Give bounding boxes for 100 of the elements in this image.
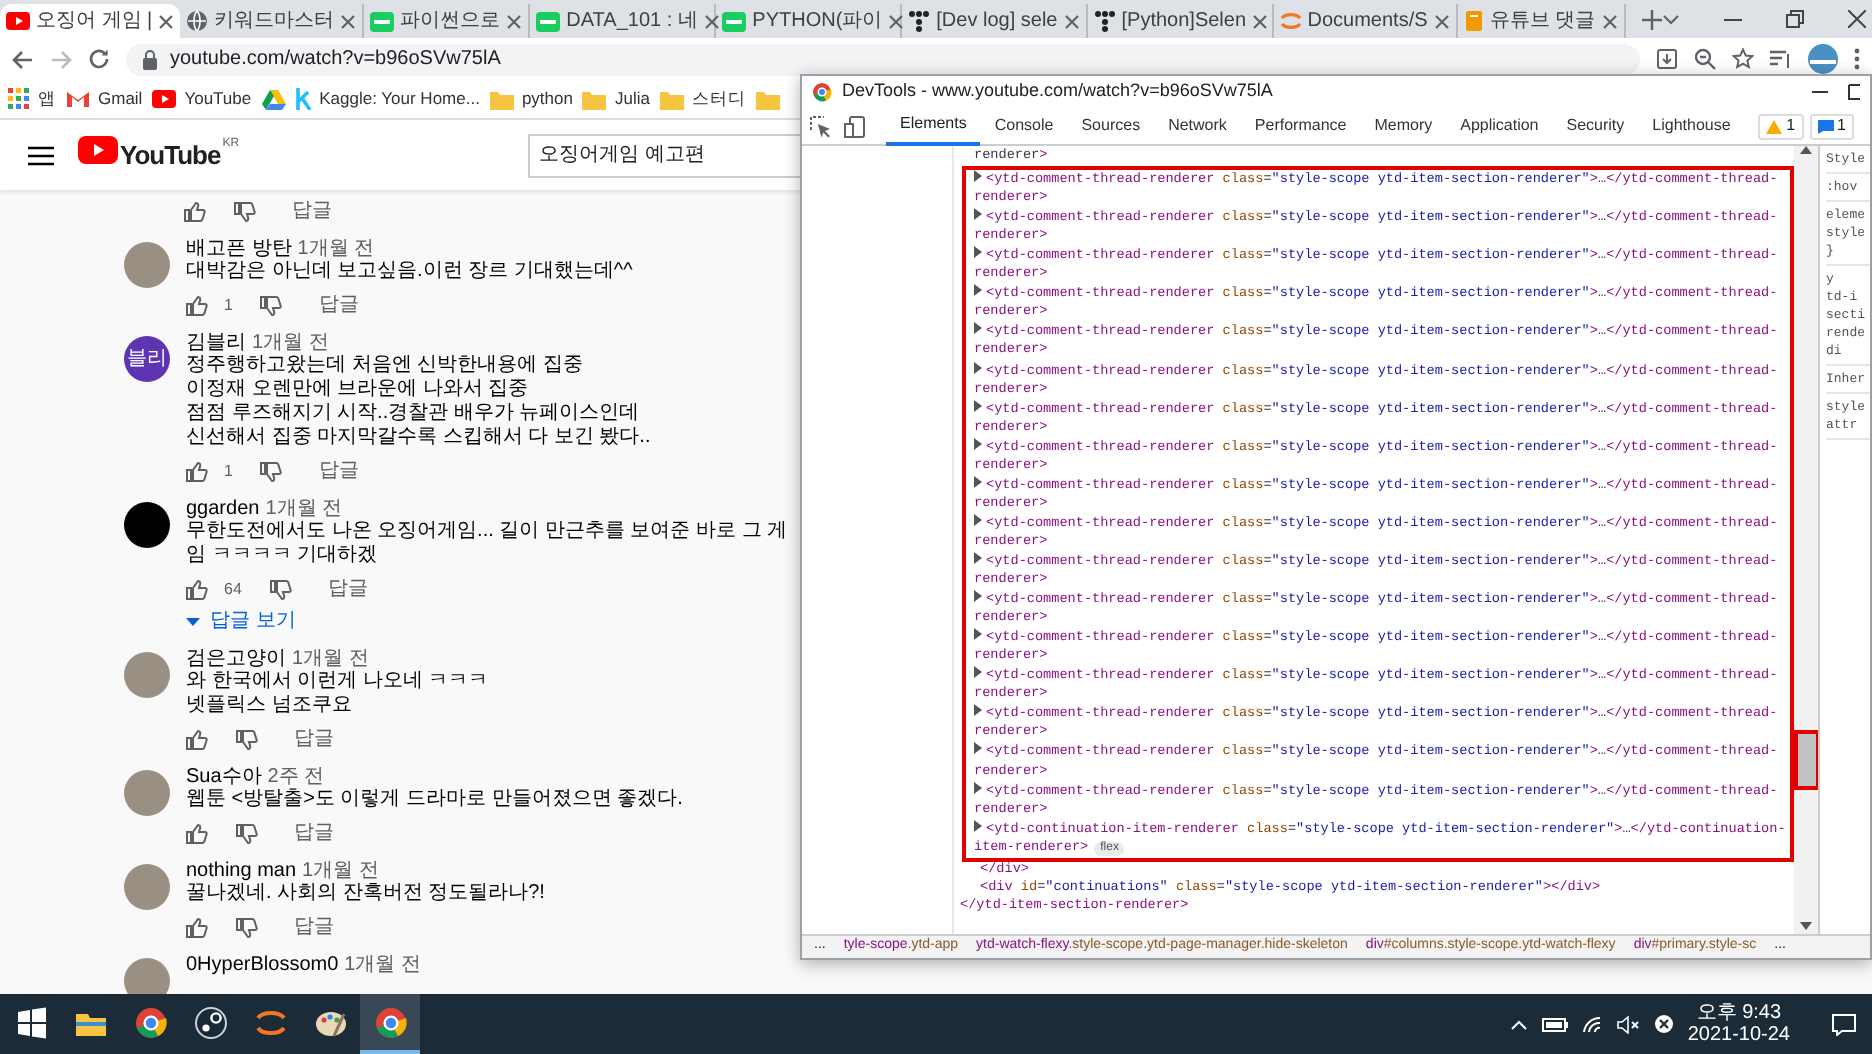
thumbs-down-icon[interactable] (260, 461, 283, 481)
expand-triangle-icon[interactable] (974, 361, 982, 374)
devtools-tab[interactable]: Console (980, 107, 1068, 145)
scroll-up-icon[interactable] (1800, 146, 1812, 154)
minimize-icon[interactable] (1723, 17, 1742, 21)
wifi-icon[interactable] (1581, 1015, 1602, 1033)
devtools-tab[interactable]: Elements (886, 107, 981, 145)
minimize-icon[interactable] (1812, 90, 1828, 94)
expand-triangle-icon[interactable] (974, 284, 982, 297)
bookmark[interactable]: YouTube (152, 86, 252, 112)
reply-button[interactable]: 답글 (294, 912, 334, 942)
thumbs-up-icon[interactable] (186, 917, 208, 937)
thumbs-down-icon[interactable] (234, 201, 256, 221)
author-name[interactable]: 검은고양이 (186, 648, 286, 670)
thumbs-up-icon[interactable] (186, 729, 208, 749)
author-name[interactable]: 배고픈 방탄 (186, 238, 292, 260)
thumbs-down-icon[interactable] (236, 823, 258, 843)
devtools-tab[interactable]: Application (1446, 107, 1553, 145)
close-icon[interactable] (340, 13, 357, 29)
expand-triangle-icon[interactable] (974, 781, 982, 794)
close-icon[interactable] (703, 13, 720, 29)
expand-triangle-icon[interactable] (974, 399, 982, 412)
chevron-up-icon[interactable] (1509, 1019, 1528, 1029)
taskbar-app[interactable] (360, 994, 420, 1054)
bookmark[interactable]: 앱 (8, 86, 56, 112)
close-icon[interactable] (506, 13, 523, 29)
expand-triangle-icon[interactable] (974, 590, 982, 603)
reply-button[interactable]: 답글 (318, 290, 359, 320)
thumbs-up-icon[interactable] (186, 579, 208, 599)
close-icon[interactable] (888, 13, 905, 29)
browser-tab[interactable]: 파이썬으로 (364, 4, 531, 38)
chevron-down-icon[interactable] (1661, 13, 1680, 25)
notification-icon[interactable] (1832, 1013, 1856, 1035)
thumbs-down-icon[interactable] (236, 917, 258, 937)
devtools-tab[interactable]: Security (1552, 107, 1639, 145)
expand-triangle-icon[interactable] (974, 551, 982, 564)
logo-wordmark[interactable]: YouTube (120, 135, 221, 175)
close-icon[interactable] (1252, 13, 1269, 29)
reply-button[interactable]: 답글 (294, 818, 334, 848)
maximize-icon[interactable] (1848, 84, 1860, 100)
reply-button[interactable]: 답글 (294, 724, 334, 754)
expand-triangle-icon[interactable] (974, 704, 982, 717)
browser-tab[interactable]: 유튜브 댓글 (1457, 4, 1626, 38)
thumbs-up-icon[interactable] (184, 201, 206, 221)
thumbs-down-icon[interactable] (260, 295, 283, 315)
close-icon[interactable] (1433, 13, 1450, 29)
browser-tab[interactable]: 키워드마스터 (180, 4, 365, 38)
thumbs-up-icon[interactable] (186, 295, 208, 315)
close-icon[interactable] (1847, 10, 1866, 28)
expand-triangle-icon[interactable] (974, 475, 982, 488)
thumbs-down-icon[interactable] (236, 729, 258, 749)
reply-button[interactable]: 답글 (318, 456, 359, 486)
bookmark[interactable]: python (489, 86, 573, 112)
devtools-tab[interactable]: Sources (1067, 107, 1155, 145)
expand-triangle-icon[interactable] (974, 170, 982, 183)
close-icon[interactable] (1601, 13, 1618, 29)
expand-triangle-icon[interactable] (974, 437, 982, 450)
expand-triangle-icon[interactable] (974, 666, 982, 679)
star-icon[interactable] (1732, 48, 1754, 70)
warnings-badge[interactable]: 1 (1758, 113, 1804, 139)
expand-triangle-icon[interactable] (974, 322, 982, 335)
devtools-tab[interactable]: Performance (1240, 107, 1361, 145)
browser-tab[interactable]: [Dev log] sele (902, 4, 1088, 38)
close-icon[interactable] (1063, 13, 1080, 29)
menu-icon[interactable] (28, 145, 54, 165)
thumbs-up-icon[interactable] (186, 461, 208, 481)
bookmark[interactable]: Kaggle: Your Home... (295, 86, 480, 112)
bookmark[interactable]: Gmail (66, 86, 143, 112)
expand-triangle-icon[interactable] (974, 246, 982, 259)
reading-list-icon[interactable] (1770, 48, 1792, 70)
expand-triangle-icon[interactable] (974, 513, 982, 526)
expand-triangle-icon[interactable] (974, 208, 982, 221)
device-toggle-icon[interactable] (844, 115, 866, 137)
scroll-thumb[interactable] (1797, 734, 1815, 786)
messages-badge[interactable]: 1 (1809, 113, 1854, 139)
reply-button[interactable]: 답글 (292, 196, 332, 226)
browser-tab[interactable]: Documents/S (1273, 4, 1458, 38)
author-name[interactable]: 김블리 (186, 332, 246, 354)
speaker-muted-icon[interactable] (1615, 1015, 1640, 1033)
reload-icon[interactable] (88, 48, 110, 70)
back-arrow-icon[interactable] (12, 49, 34, 69)
browser-tab[interactable]: 오징어 게임 | (0, 4, 181, 38)
browser-tab[interactable]: DATA_101 : 네 (530, 4, 717, 38)
author-name[interactable]: 0HyperBlossom0 (186, 954, 339, 976)
expand-triangle-icon[interactable] (974, 628, 982, 641)
error-circle-icon[interactable] (1653, 1014, 1674, 1034)
restore-icon[interactable] (1785, 10, 1804, 28)
author-name[interactable]: ggarden (186, 498, 260, 520)
install-icon[interactable] (1656, 48, 1678, 70)
devtools-tab[interactable]: Memory (1360, 107, 1447, 145)
bookmark[interactable]: 스터디 (659, 86, 746, 112)
new-tab-icon[interactable] (1641, 10, 1662, 30)
close-icon[interactable] (158, 13, 175, 29)
reply-button[interactable]: 답글 (327, 574, 368, 604)
address-bar[interactable]: youtube.com/watch?v=b96oSVw75lA (126, 43, 1640, 75)
inspect-cursor-icon[interactable] (810, 115, 832, 137)
zoom-icon[interactable] (1694, 48, 1716, 70)
author-name[interactable]: Sua수아 (186, 766, 262, 788)
thumbs-up-icon[interactable] (186, 823, 208, 843)
thumbs-down-icon[interactable] (269, 579, 292, 599)
